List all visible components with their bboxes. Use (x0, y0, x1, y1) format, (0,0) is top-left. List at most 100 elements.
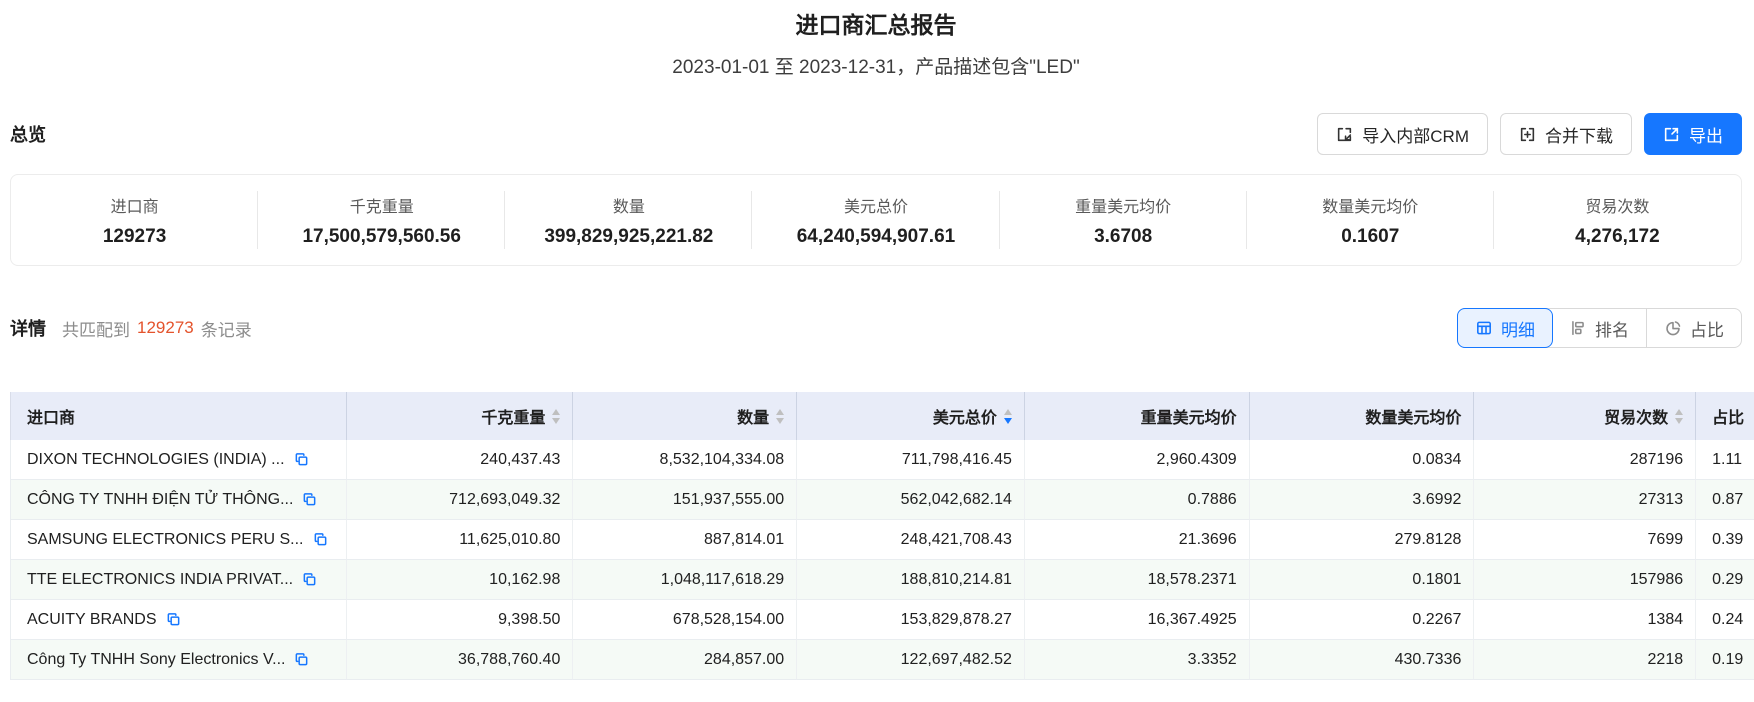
match-info: 共匹配到 129273 条记录 (62, 316, 252, 341)
header-label-share: 占比 (1712, 410, 1745, 427)
sort-desc-icon (552, 417, 561, 424)
cell-trade-count: 27313 (1474, 480, 1697, 520)
cell-value: 9,398.50 (498, 610, 561, 628)
overview-stat-card: 进口商 129273 千克重量 17,500,579,560.56 数量 399,829,… (10, 174, 1742, 266)
sort-carets (1675, 408, 1684, 424)
stat-value: 64,240,594,907.61 (796, 225, 956, 247)
header-cell-trade-count[interactable]: 贸易次数 (1474, 392, 1697, 440)
cell-weight-kg: 10,162.98 (346, 560, 574, 600)
page: 进口商汇总报告 2023-01-01 至 2023-12-31，产品描述包含"L… (0, 0, 1754, 680)
cell-value: 8,532,104,334.08 (659, 450, 785, 468)
cell-value: 2,960.4309 (1156, 450, 1237, 468)
cell-value: 0.24 (1712, 610, 1744, 628)
tab-ranking[interactable]: 排名 (1552, 309, 1646, 347)
cell-share: 0.87 (1696, 480, 1754, 520)
overview-stat: 重量美元均价 3.6708 (1000, 175, 1247, 265)
header-label-usd-per-weight: 重量美元均价 (1140, 410, 1237, 427)
copy-icon[interactable] (313, 532, 328, 547)
cell-value: 10,162.98 (489, 570, 561, 588)
copy-icon[interactable] (302, 492, 317, 507)
export-button-label: 导出 (1689, 126, 1723, 146)
cell-value: 3.3352 (1187, 650, 1237, 668)
copy-icon[interactable] (294, 452, 309, 467)
cell-weight-kg: 36,788,760.40 (346, 640, 574, 680)
cell-value: 3.6992 (1412, 490, 1462, 508)
cell-usd-per-weight: 21.3696 (1024, 520, 1250, 560)
cell-quantity: 151,937,555.00 (573, 480, 798, 520)
sort-carets (776, 408, 785, 424)
cell-trade-count: 1384 (1474, 600, 1697, 640)
tab-proportion-label: 占比 (1690, 320, 1724, 340)
table-header-row: 进口商 千克重量 数量 美元总价 重量美元均价 数量美元均价 贸易次数 占比 (10, 392, 1754, 440)
table-row: DIXON TECHNOLOGIES (INDIA) ... 240,437.43… (10, 440, 1754, 480)
stat-value: 0.1607 (1341, 225, 1400, 247)
cell-quantity: 1,048,117,618.29 (573, 560, 798, 600)
cell-trade-count: 157986 (1474, 560, 1697, 600)
table-row: CÔNG TY TNHH ĐIỆN TỬ THÔNG... 712,693,049… (10, 480, 1754, 520)
cell-value: 0.29 (1712, 570, 1744, 588)
cell-importer: SAMSUNG ELECTRONICS PERU S... (10, 520, 347, 560)
cell-quantity: 284,857.00 (573, 640, 798, 680)
overview-section-title: 总览 (10, 125, 46, 145)
cell-value: 21.3696 (1178, 530, 1237, 548)
import-crm-button[interactable]: 导入内部CRM (1317, 113, 1488, 155)
tab-proportion[interactable]: 占比 (1646, 309, 1741, 347)
cell-value: 0.1801 (1412, 570, 1462, 588)
cell-trade-count: 7699 (1474, 520, 1697, 560)
cell-value: 7699 (1647, 530, 1684, 548)
importer-name: ACUITY BRANDS (27, 610, 157, 628)
header-label-total-usd: 美元总价 (932, 410, 997, 427)
cell-usd-per-qty: 0.1801 (1249, 560, 1475, 600)
sort-desc-icon (1675, 417, 1684, 424)
cell-value: 712,693,049.32 (449, 490, 561, 508)
cell-share: 0.29 (1696, 560, 1754, 600)
table-icon (1475, 319, 1493, 337)
cell-value: 122,697,482.52 (900, 650, 1012, 668)
cell-importer: ACUITY BRANDS (10, 600, 347, 640)
stat-value: 4,276,172 (1575, 225, 1660, 247)
cell-share: 0.39 (1696, 520, 1754, 560)
cell-total-usd: 711,798,416.45 (797, 440, 1025, 480)
header-cell-quantity[interactable]: 数量 (573, 392, 798, 440)
copy-icon[interactable] (294, 652, 309, 667)
copy-icon[interactable] (302, 572, 317, 587)
header-cell-total-usd[interactable]: 美元总价 (797, 392, 1025, 440)
match-count: 129273 (137, 318, 194, 337)
cell-trade-count: 287196 (1474, 440, 1697, 480)
copy-icon[interactable] (166, 612, 181, 627)
cell-usd-per-qty: 0.2267 (1249, 600, 1475, 640)
stat-value: 17,500,579,560.56 (302, 225, 461, 247)
match-suffix: 条记录 (200, 320, 252, 340)
merge-download-button[interactable]: 合并下载 (1500, 113, 1632, 155)
table-row: ACUITY BRANDS 9,398.50 678,528,154.00 153,8… (10, 600, 1754, 640)
header-cell-share: 占比 (1696, 392, 1754, 440)
cell-importer: Công Ty TNHH Sony Electronics V... (10, 640, 347, 680)
importer-name: TTE ELECTRONICS INDIA PRIVAT... (27, 570, 294, 588)
export-button[interactable]: 导出 (1644, 113, 1742, 155)
cell-value: 2218 (1647, 650, 1684, 668)
importer-name: SAMSUNG ELECTRONICS PERU S... (27, 530, 304, 548)
cell-importer: DIXON TECHNOLOGIES (INDIA) ... (10, 440, 347, 480)
sort-carets (1003, 408, 1012, 424)
cell-trade-count: 2218 (1474, 640, 1697, 680)
cell-value: 0.87 (1712, 490, 1744, 508)
cell-quantity: 678,528,154.00 (573, 600, 798, 640)
cell-value: 188,810,214.81 (900, 570, 1012, 588)
cell-value: 562,042,682.14 (900, 490, 1012, 508)
sort-desc-icon (1003, 417, 1012, 424)
stat-label: 数量美元均价 (1322, 198, 1419, 216)
importer-name: CÔNG TY TNHH ĐIỆN TỬ THÔNG... (27, 490, 294, 508)
cell-usd-per-weight: 2,960.4309 (1024, 440, 1250, 480)
header-cell-weight-kg[interactable]: 千克重量 (347, 392, 574, 440)
cell-usd-per-weight: 3.3352 (1024, 640, 1250, 680)
sort-carets (552, 408, 561, 424)
tab-detail[interactable]: 明细 (1457, 308, 1553, 348)
cell-total-usd: 188,810,214.81 (797, 560, 1025, 600)
cell-usd-per-qty: 0.0834 (1249, 440, 1475, 480)
ranking-icon (1569, 319, 1587, 337)
import-crm-button-label: 导入内部CRM (1362, 126, 1469, 146)
header-label-quantity: 数量 (737, 410, 770, 427)
cell-weight-kg: 9,398.50 (346, 600, 574, 640)
cell-share: 0.24 (1696, 600, 1754, 640)
cell-value: 1,048,117,618.29 (660, 570, 785, 588)
